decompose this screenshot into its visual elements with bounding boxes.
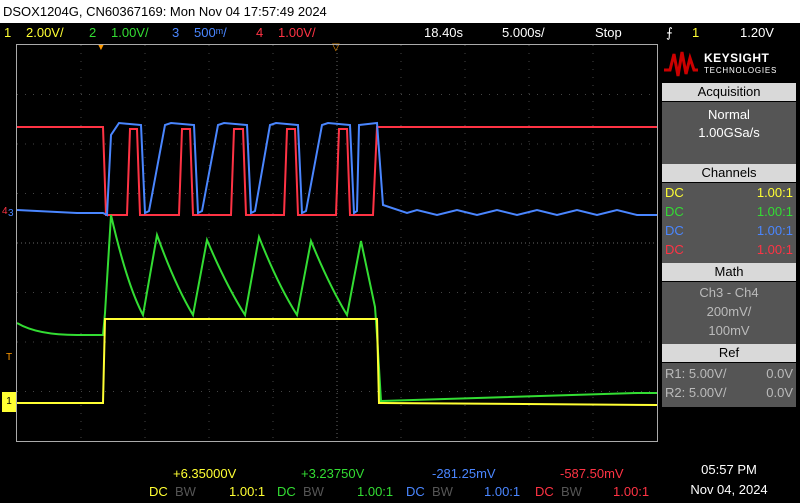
timebase-scale[interactable]: 5.000s/	[502, 23, 545, 42]
channel-row-4[interactable]: DC 1.00:1	[665, 241, 793, 259]
ref-row-r1[interactable]: R1: 5.00V/0.0V	[665, 365, 793, 383]
run-state[interactable]: Stop	[595, 23, 622, 42]
ch3-number[interactable]: 3	[172, 23, 179, 42]
math-panel[interactable]: Ch3 - Ch4 200mV/ 100mV	[662, 282, 796, 344]
channels-panel[interactable]: DC 1.00:1 DC 1.00:1 DC 1.00:1 DC 1.00:1	[662, 183, 796, 263]
math-header[interactable]: Math	[662, 263, 796, 281]
side-panel: KEYSIGHT TECHNOLOGIES Acquisition Normal…	[660, 44, 798, 442]
ch2-number[interactable]: 2	[89, 23, 96, 42]
acquisition-header[interactable]: Acquisition	[662, 83, 796, 101]
channel-row-2[interactable]: DC 1.00:1	[665, 203, 793, 221]
trigger-level-marker[interactable]: T	[6, 352, 12, 363]
ref-panel[interactable]: R1: 5.00V/0.0V R2: 5.00V/0.0V	[662, 363, 796, 407]
ch3-readout-bw: BW	[432, 484, 453, 499]
channels-header[interactable]: Channels	[662, 164, 796, 182]
clock-date: Nov 04, 2024	[690, 482, 768, 497]
waveform-grid	[17, 45, 657, 441]
trigger-level[interactable]: 1.20V	[740, 23, 774, 42]
ch1-ground-marker[interactable]: 1	[2, 392, 16, 412]
ch2-readout-coupling[interactable]: DC	[277, 484, 296, 499]
ch1-number[interactable]: 1	[4, 23, 11, 42]
measurement-bar: +6.35000V DC BW 1.00:1 +3.23750V DC BW 1…	[0, 460, 650, 503]
brand-logo: KEYSIGHT TECHNOLOGIES	[660, 44, 798, 82]
ref-row-r2[interactable]: R2: 5.00V/0.0V	[665, 384, 793, 402]
ch3-readout-probe: 1.00:1	[484, 484, 521, 499]
ch2-readout-probe: 1.00:1	[357, 484, 394, 499]
status-bar: 1 2.00V/ 2 1.00V/ 3 500ᵐ/ 4 1.00V/ 18.40…	[0, 23, 800, 42]
math-offset: 100mV	[708, 323, 750, 338]
math-expression: Ch3 - Ch4	[699, 285, 759, 300]
ch2-readout-value: +3.23750V	[301, 466, 365, 481]
ch2-readout-bw: BW	[303, 484, 324, 499]
ch1-readout-value: +6.35000V	[173, 466, 237, 481]
title-bar: DSOX1204G, CN60367169: Mon Nov 04 17:57:…	[0, 0, 800, 23]
math-scale: 200mV/	[706, 304, 752, 319]
ch2-scale[interactable]: 1.00V/	[111, 23, 149, 42]
waveform-display[interactable]	[16, 44, 658, 442]
ch3-scale[interactable]: 500ᵐ/	[194, 23, 227, 42]
ch4-trace	[17, 126, 657, 216]
clock-time: 05:57 PM	[701, 462, 757, 477]
brand-subtitle: TECHNOLOGIES	[704, 66, 778, 75]
ch4-scale[interactable]: 1.00V/	[278, 23, 316, 42]
trigger-channel[interactable]: 1	[692, 23, 699, 42]
ch4-readout-probe: 1.00:1	[613, 484, 650, 499]
trigger-edge-icon: ⨍	[666, 25, 673, 40]
ch1-readout-coupling[interactable]: DC	[149, 484, 168, 499]
ch1-readout-probe: 1.00:1	[229, 484, 266, 499]
acquisition-mode: Normal	[708, 107, 750, 122]
brand-name: KEYSIGHT	[704, 51, 770, 65]
ch3-readout-value: -281.25mV	[432, 466, 496, 481]
ch4-number[interactable]: 4	[256, 23, 263, 42]
ch4-readout-value: -587.50mV	[560, 466, 624, 481]
ch1-readout-bw: BW	[175, 484, 196, 499]
sample-rate: 1.00GSa/s	[698, 125, 760, 140]
ch1-scale[interactable]: 2.00V/	[26, 23, 64, 42]
channel-row-3[interactable]: DC 1.00:1	[665, 222, 793, 240]
acquisition-panel[interactable]: Normal 1.00GSa/s	[662, 102, 796, 164]
ch4-readout-coupling[interactable]: DC	[535, 484, 554, 499]
channel-row-1[interactable]: DC 1.00:1	[665, 184, 793, 202]
keysight-wave-icon	[664, 51, 698, 77]
ch3-readout-coupling[interactable]: DC	[406, 484, 425, 499]
ref-header[interactable]: Ref	[662, 344, 796, 362]
ch4-readout-bw: BW	[561, 484, 582, 499]
clock: 05:57 PM Nov 04, 2024	[660, 460, 798, 500]
timebase-position[interactable]: 18.40s	[424, 23, 463, 42]
ch3-ground-marker[interactable]: 3	[8, 208, 14, 219]
ch4-ground-marker[interactable]: 4	[2, 206, 8, 217]
